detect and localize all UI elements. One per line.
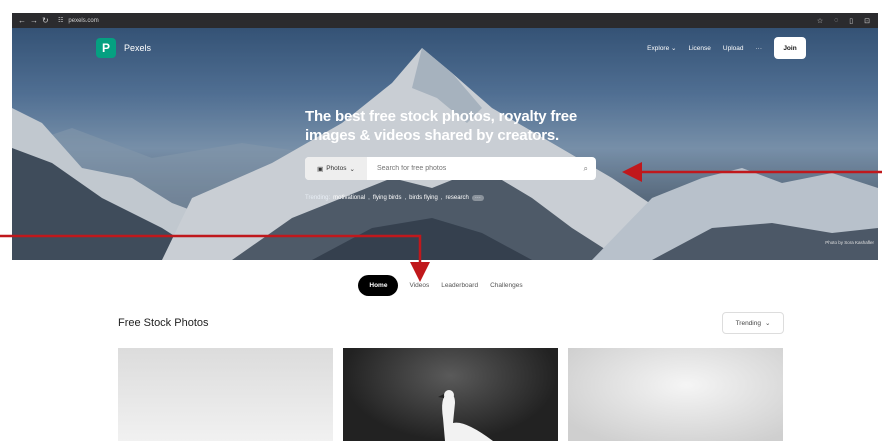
content-tabs: Home Videos Leaderboard Challenges [0,275,882,296]
photo-card[interactable] [568,348,783,441]
nav-license[interactable]: License [688,45,710,52]
tab-home[interactable]: Home [358,275,399,296]
swan-photo [438,390,493,441]
trending-searches: Trending: motivational, flying birds, bi… [305,195,484,201]
chevron-down-icon: ⌄ [764,320,771,327]
reload-icon[interactable]: ↻ [42,16,49,25]
tab-videos[interactable]: Videos [408,282,430,289]
extensions-icon[interactable]: ◌ [834,17,838,25]
search-type-dropdown[interactable]: ▣ Photos ⌄ [305,157,367,180]
tab-leaderboard[interactable]: Leaderboard [440,282,479,289]
more-menu-icon[interactable]: ··· [756,45,763,52]
tab-challenges[interactable]: Challenges [489,282,524,289]
image-icon: ▣ [317,165,324,173]
bookmark-star-icon[interactable]: ☆ [817,17,823,25]
pexels-logo[interactable]: P Pexels [96,38,151,58]
search-icon[interactable]: ⌕ [584,164,588,174]
site-info-icon[interactable]: ☷ [58,17,63,24]
join-button[interactable]: Join [774,37,806,59]
back-icon[interactable]: ← [18,16,26,25]
sort-dropdown[interactable]: Trending ⌄ [722,312,784,334]
chevron-down-icon: ⌄ [671,45,677,52]
search-input[interactable] [375,164,584,173]
trending-term[interactable]: flying birds [373,195,402,201]
photo-card[interactable] [118,348,333,441]
browser-toolbar: ← → ↻ ☷ pexels.com ☆ ◌ ▯ ⊡ [12,13,878,28]
nav-explore-label: Explore [647,45,670,52]
nav-upload[interactable]: Upload [723,45,744,52]
search-type-label: Photos [326,165,347,172]
hero-banner: P Pexels Explore ⌄ License Upload ··· Jo… [12,28,878,260]
nav-explore[interactable]: Explore ⌄ [647,44,676,52]
hero-headline: The best free stock photos, royalty free… [305,108,578,144]
brand-name: Pexels [124,43,152,53]
address-bar[interactable]: ☷ pexels.com [58,17,99,25]
top-nav: Explore ⌄ License Upload ··· [647,44,763,53]
search-bar: ▣ Photos ⌄ ⌕ [305,157,596,180]
trending-term[interactable]: motivational [333,195,365,201]
section-title: Free Stock Photos [118,317,209,329]
sidebar-icon[interactable]: ▯ [849,17,853,25]
pexels-logo-mark: P [96,38,116,58]
photo-card[interactable] [343,348,558,441]
sort-label: Trending [735,319,761,327]
trending-term[interactable]: research [446,195,469,201]
trending-term[interactable]: birds flying [409,195,438,201]
profile-icon[interactable]: ⊡ [864,17,870,25]
photo-credit[interactable]: Photo by Sora Kashafler [825,240,874,245]
trending-more-button[interactable]: ··· [471,195,484,201]
chevron-down-icon: ⌄ [349,165,355,173]
forward-icon[interactable]: → [30,16,38,25]
trending-label: Trending: [305,195,331,201]
address-bar-url: pexels.com [68,17,99,24]
